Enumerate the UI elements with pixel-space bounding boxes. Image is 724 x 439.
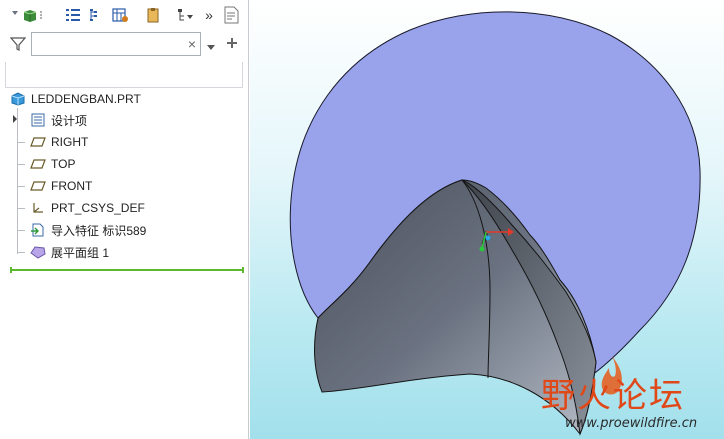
more-icon[interactable]: » — [203, 5, 215, 25]
datum-plane-icon — [30, 156, 46, 172]
more-glyph: » — [205, 7, 213, 23]
chevron-down-icon[interactable] — [206, 40, 216, 54]
watermark-url: www.proewildfire.cn — [565, 416, 698, 431]
tree-connector — [17, 252, 25, 253]
insert-indicator[interactable] — [10, 267, 244, 273]
filter-row: × — [0, 30, 249, 60]
root-label: LEDDENGBAN.PRT — [31, 92, 141, 106]
tree-columns-icon[interactable] — [88, 5, 104, 25]
search-field[interactable]: × — [31, 32, 201, 56]
tree-item-label: 导入特征 标识589 — [51, 223, 147, 238]
filter-results-area — [5, 62, 243, 88]
tree-item-label: RIGHT — [51, 135, 89, 149]
design-items-icon — [30, 112, 46, 128]
tree-item-top[interactable]: TOP — [30, 154, 75, 174]
flatten-quilt-icon — [30, 244, 46, 260]
filter-icon[interactable] — [9, 36, 27, 55]
tree-connector — [17, 208, 25, 209]
model-tree-panel: » × LEDDENGBAN.PRT 设计项 RIGHT TOP FRONT P… — [0, 0, 249, 439]
coordinate-system-icon — [30, 200, 46, 216]
settings-icon[interactable] — [144, 5, 162, 25]
tree-item-import-feature[interactable]: 导入特征 标识589 — [30, 220, 146, 240]
show-tree-icon[interactable] — [64, 5, 82, 25]
notes-icon[interactable] — [223, 5, 241, 25]
show-icon[interactable] — [176, 5, 196, 25]
tree-item-label: 设计项 — [51, 113, 88, 128]
part-icon — [10, 91, 26, 107]
tree-item-right[interactable]: RIGHT — [30, 132, 88, 152]
datum-plane-icon — [30, 134, 46, 150]
import-feature-icon — [30, 222, 46, 238]
clear-search-icon[interactable]: × — [188, 36, 196, 52]
add-icon[interactable] — [225, 36, 239, 53]
tree-item-label: PRT_CSYS_DEF — [51, 201, 145, 215]
expand-arrow-icon[interactable] — [12, 113, 20, 127]
tree-connector — [17, 142, 25, 143]
tree-item-front[interactable]: FRONT — [30, 176, 92, 196]
tree-item-label: FRONT — [51, 179, 93, 193]
tree-item-design-items[interactable]: 设计项 — [12, 110, 87, 130]
tree-root[interactable]: LEDDENGBAN.PRT — [10, 89, 141, 109]
model-tree-toolbar: » — [0, 0, 249, 30]
datum-plane-icon — [30, 178, 46, 194]
tree-connector — [17, 164, 25, 165]
tree-item-label: TOP — [51, 157, 76, 171]
tree-filters-icon[interactable] — [111, 5, 129, 25]
tree-connector — [17, 230, 25, 231]
tree-item-label: 展平面组 1 — [51, 245, 110, 260]
watermark-title: 野火论坛 — [541, 376, 685, 416]
tree-connector — [17, 186, 25, 187]
tree-item-csys[interactable]: PRT_CSYS_DEF — [30, 198, 145, 218]
model-icon[interactable] — [10, 5, 44, 25]
forum-watermark: 野火论坛 www.proewildfire.cn — [535, 350, 724, 439]
search-input[interactable] — [36, 35, 185, 55]
tree-item-flatten-quilt[interactable]: 展平面组 1 — [30, 242, 109, 262]
